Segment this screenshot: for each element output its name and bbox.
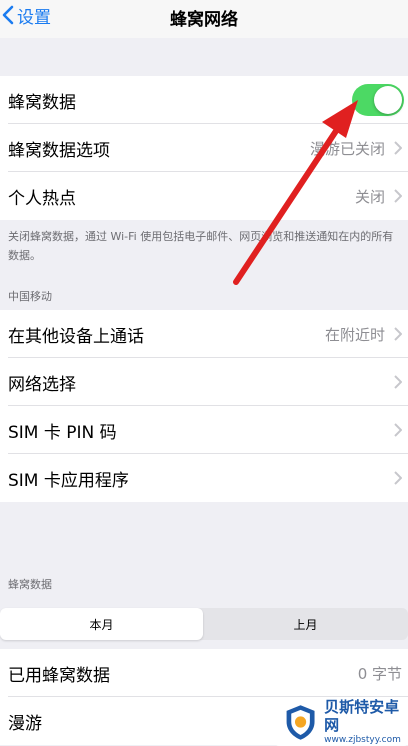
used-cellular-data-label: 已用蜂窝数据	[8, 665, 110, 686]
chevron-right-icon	[394, 327, 402, 341]
period-segmented-control: 本月 上月	[0, 608, 408, 640]
cellular-data-options-value: 漫游已关闭	[309, 139, 385, 158]
cellular-main-group: 蜂窝数据 蜂窝数据选项 漫游已关闭 个人热点 关闭	[0, 76, 408, 220]
personal-hotspot-label: 个人热点	[8, 188, 76, 209]
watermark-text: 贝斯特安卓网 www.zjbstyy.com	[324, 698, 408, 746]
cellular-data-label: 蜂窝数据	[8, 92, 76, 113]
cellular-data-row: 蜂窝数据	[0, 76, 408, 124]
cellular-data-section-header: 蜂窝数据	[8, 578, 52, 591]
cellular-data-note: 关闭蜂窝数据，通过 Wi-Fi 使用包括电子邮件、网页浏览和推送通知在内的所有数…	[8, 230, 394, 262]
chevron-right-icon	[394, 471, 402, 485]
personal-hotspot-row[interactable]: 个人热点 关闭	[0, 172, 408, 220]
calls-other-devices-value: 在附近时	[324, 325, 385, 344]
cellular-data-options-row[interactable]: 蜂窝数据选项 漫游已关闭	[0, 124, 408, 172]
calls-other-devices-row[interactable]: 在其他设备上通话 在附近时	[0, 310, 408, 358]
toggle-knob	[374, 86, 402, 114]
calls-other-devices-label: 在其他设备上通话	[8, 326, 144, 347]
carrier-group: 在其他设备上通话 在附近时 网络选择 SIM 卡 PIN 码 SIM 卡应用程序	[0, 310, 408, 502]
network-selection-label: 网络选择	[8, 374, 76, 395]
chevron-right-icon	[394, 423, 402, 437]
personal-hotspot-value: 关闭	[354, 187, 385, 206]
watermark-url: www.zjbstyy.com	[324, 735, 401, 745]
used-cellular-data-value: 0 字节	[357, 664, 402, 683]
used-cellular-data-row: 已用蜂窝数据 0 字节	[0, 649, 408, 697]
page-title: 蜂窝网络	[170, 10, 238, 30]
cellular-data-toggle[interactable]	[352, 84, 404, 116]
sim-applications-label: SIM 卡应用程序	[8, 470, 129, 491]
site-logo-icon	[286, 705, 315, 740]
carrier-header: 中国移动	[8, 290, 52, 303]
network-selection-row[interactable]: 网络选择	[0, 358, 408, 406]
sim-applications-row[interactable]: SIM 卡应用程序	[0, 454, 408, 502]
segment-last-month[interactable]: 上月	[203, 608, 408, 640]
cellular-data-options-label: 蜂窝数据选项	[8, 140, 110, 161]
chevron-right-icon	[394, 189, 402, 203]
navigation-bar: 设置 蜂窝网络	[0, 0, 408, 38]
watermark-name: 贝斯特安卓网	[324, 698, 400, 734]
roaming-label: 漫游	[8, 713, 42, 734]
sim-pin-label: SIM 卡 PIN 码	[8, 422, 117, 443]
site-watermark: 贝斯特安卓网 www.zjbstyy.com	[275, 698, 408, 746]
chevron-right-icon	[394, 375, 402, 389]
segment-this-month[interactable]: 本月	[0, 608, 203, 640]
sim-pin-row[interactable]: SIM 卡 PIN 码	[0, 406, 408, 454]
chevron-right-icon	[394, 141, 402, 155]
